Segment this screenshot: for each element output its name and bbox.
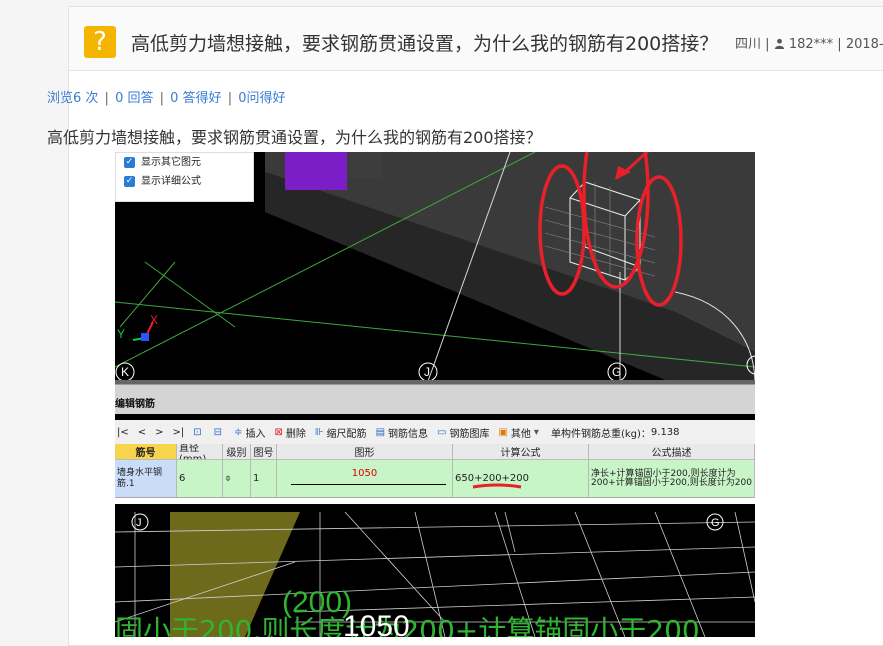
move-down-icon: ⊟ [213,426,223,438]
other-menu-button[interactable]: ▣ 其他 ▾ [498,425,541,440]
column-header: 计算公式 [453,444,589,459]
nav-last-button[interactable]: >| [173,427,185,438]
question-date: 2018-1 [845,37,883,52]
delete-button[interactable]: ⊠ 删除 [274,425,305,440]
column-header: 图号 [251,444,277,459]
y-axis-label: Y [117,327,125,341]
grid-marker-g: G [612,365,621,379]
figure-no-cell[interactable]: 1 [251,460,277,497]
stats-separator: | [159,91,165,106]
ruler-icon: ⊪ [314,426,324,438]
table-row[interactable]: 墙身水平钢筋.1 6 ⌽ 1 1050 650+200+200 净长+计算锚固小… [115,460,755,498]
insert-icon: ≑ [234,426,243,438]
lower-grid-marker-g: G [711,517,720,529]
move-down-button[interactable]: ⊟ [214,427,225,438]
rebar-toolbar: |< < > >| ⊡ ⊟ ≑ 插入 ⊠ 删除 ⊪ 缩尺配筋 ▤ 钢筋信息 ▭ 钢筋图库 … [115,420,755,444]
nav-prev-button[interactable]: < [138,427,146,438]
option-show-other-elements[interactable]: ✓ 显示其它图元 [124,153,253,172]
shape-length: 1050 [351,468,378,479]
x-axis-label: X [150,313,158,327]
good-questions-link[interactable]: 0问得好 [238,91,285,106]
user-icon [774,38,784,49]
shape-cell[interactable]: 1050 [277,460,453,497]
column-header: 筋号 [115,444,177,459]
move-up-icon: ⊡ [193,426,202,438]
column-header: 公式描述 [589,444,755,459]
grade-cell[interactable]: ⌽ [223,460,251,497]
question-icon: ? [84,26,116,58]
meta-separator: | [837,37,842,52]
checkbox-checked-icon[interactable]: ✓ [124,157,135,168]
question-header: ? 高低剪力墙想接触，要求钢筋贯通设置，为什么我的钢筋有200搭接？ 四川 | … [69,7,883,71]
display-options-panel: ✓ 显示其它图元 ✓ 显示详细公式 [115,152,254,202]
delete-icon: ⊠ [274,426,283,438]
diameter-cell[interactable]: 6 [177,460,223,497]
panel-title: 编辑钢筋 [115,399,155,410]
rebar-info-button[interactable]: ▤ 钢筋信息 [376,425,428,440]
rebar-name-cell[interactable]: 墙身水平钢筋.1 [115,460,177,497]
rebar-library-button[interactable]: ▭ 钢筋图库 [437,425,489,440]
option-show-detailed-formula[interactable]: ✓ 显示详细公式 [124,172,253,191]
red-underline-annotation [472,483,522,489]
attached-screenshot[interactable]: Y X K J G ✓ 显示其它图元 ✓ 显示详细公式 编辑钢筋 |< < > … [115,152,755,637]
question-body-text: 高低剪力墙想接触，要求钢筋贯通设置，为什么我的钢筋有200搭接？ [47,128,542,147]
grid-marker-k: K [121,365,129,379]
other-icon: ▣ [498,426,508,438]
rebar-shape-line [291,484,446,485]
table-header: 筋号 直径(mm) 级别 图号 图形 计算公式 公式描述 [115,444,755,460]
rebar-edit-panel-header: 编辑钢筋 [115,384,755,414]
views-link[interactable]: 浏览6 次 [47,91,98,106]
stats-separator: | [104,91,109,106]
meta-separator: | [765,37,770,52]
rebar-table: 筋号 直径(mm) 级别 图号 图形 计算公式 公式描述 墙身水平钢筋.1 6 … [115,444,755,504]
good-answers-link[interactable]: 0 答得好 [170,91,221,106]
total-weight: 单构件钢筋总重(kg)： 9.138 [550,426,680,440]
user-name[interactable]: 182*** [789,37,833,52]
checkbox-checked-icon[interactable]: ✓ [124,176,135,187]
formula-cell[interactable]: 650+200+200 [453,460,589,497]
stats-separator: | [227,91,233,106]
grid-marker-j: J [424,365,430,379]
column-header: 直径(mm) [177,444,223,459]
nav-next-button[interactable]: > [155,427,163,438]
info-icon: ▤ [375,426,386,438]
length-label: 1050 [343,610,410,637]
model-3d-lower-view: J G (200) 固小于200,则长度计为200+计算锚固小于200 1050 [115,512,755,637]
question-title[interactable]: 高低剪力墙想接触，要求钢筋贯通设置，为什么我的钢筋有200搭接？ [131,29,718,56]
insert-button[interactable]: ≑ 插入 [234,425,265,440]
move-up-button[interactable]: ⊡ [193,427,204,438]
region-label[interactable]: 四川 [735,37,761,52]
question-stats: 浏览6 次 | 0 回答 | 0 答得好 | 0问得好 [47,87,286,106]
answers-link[interactable]: 0 回答 [115,91,153,106]
scale-config-button[interactable]: ⊪ 缩尺配筋 [315,425,367,440]
column-header: 级别 [223,444,251,459]
question-meta: 四川 | 182*** | 2018-1 [735,33,883,52]
nav-first-button[interactable]: |< [117,427,129,438]
library-icon: ▭ [437,426,447,438]
formula-description-cell[interactable]: 净长+计算锚固小于200,则长度计为200+计算锚固小于200,则长度计为200 [589,460,755,497]
lower-grid-marker-j: J [136,517,142,529]
column-header: 图形 [277,444,453,459]
chevron-down-icon: ▾ [533,426,539,438]
